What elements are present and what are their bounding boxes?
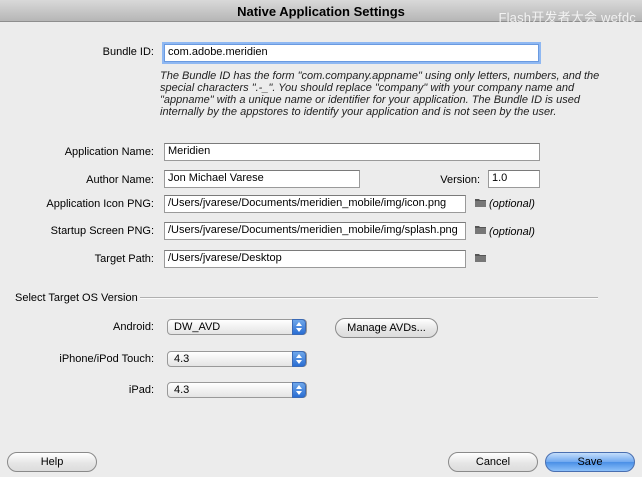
cancel-button[interactable]: Cancel xyxy=(448,452,538,472)
iphone-select[interactable]: 4.3 xyxy=(167,351,307,367)
save-button[interactable]: Save xyxy=(545,452,635,472)
startup-screen-optional-note: (optional) xyxy=(489,226,535,238)
version-label: Version: xyxy=(440,174,480,186)
target-os-section-label: Select Target OS Version xyxy=(15,292,138,304)
android-select[interactable]: DW_AVD xyxy=(167,319,307,335)
bundle-id-label: Bundle ID: xyxy=(102,46,154,58)
popup-arrows-icon xyxy=(292,319,306,335)
ipad-select-value: 4.3 xyxy=(174,384,190,396)
iphone-label: iPhone/iPod Touch: xyxy=(59,353,154,365)
android-label: Android: xyxy=(113,321,154,333)
folder-icon[interactable] xyxy=(475,225,486,234)
author-name-input[interactable]: Jon Michael Varese xyxy=(164,170,360,188)
application-name-label: Application Name: xyxy=(64,146,154,158)
bundle-id-input[interactable]: com.adobe.meridien xyxy=(164,44,539,62)
target-path-input[interactable]: /Users/jvarese/Desktop xyxy=(164,250,466,268)
ipad-select[interactable]: 4.3 xyxy=(167,382,307,398)
application-name-input[interactable]: Meridien xyxy=(164,143,540,161)
application-icon-input[interactable]: /Users/jvarese/Documents/meridien_mobile… xyxy=(164,195,466,213)
folder-icon[interactable] xyxy=(475,253,486,262)
section-divider xyxy=(140,297,598,299)
author-name-label: Author Name: xyxy=(86,174,154,186)
android-select-value: DW_AVD xyxy=(174,321,221,333)
target-path-label: Target Path: xyxy=(94,253,154,265)
title-bar: Native Application Settings Flash开发者大会 w… xyxy=(0,0,642,25)
popup-arrows-icon xyxy=(292,382,306,398)
bundle-id-help-text: The Bundle ID has the form "com.company.… xyxy=(160,70,600,118)
version-input[interactable]: 1.0 xyxy=(488,170,540,188)
help-button[interactable]: Help xyxy=(7,452,97,472)
iphone-select-value: 4.3 xyxy=(174,353,190,365)
startup-screen-input[interactable]: /Users/jvarese/Documents/meridien_mobile… xyxy=(164,222,466,240)
application-icon-label: Application Icon PNG: xyxy=(46,198,154,210)
folder-icon[interactable] xyxy=(475,198,486,207)
manage-avds-button[interactable]: Manage AVDs... xyxy=(335,318,438,338)
application-icon-optional-note: (optional) xyxy=(489,198,535,210)
popup-arrows-icon xyxy=(292,351,306,367)
ipad-label: iPad: xyxy=(128,384,154,396)
startup-screen-label: Startup Screen PNG: xyxy=(50,225,154,237)
